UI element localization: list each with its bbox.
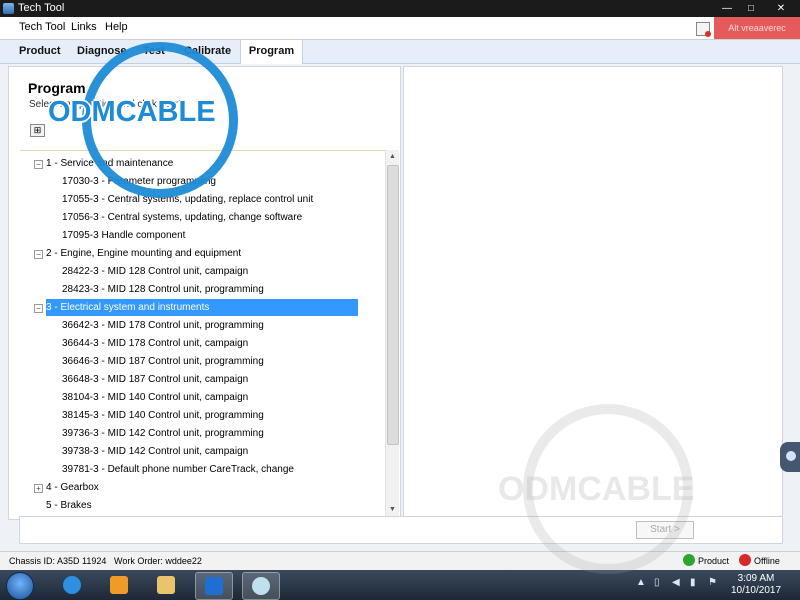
watermark-logo: ODMCABLE [48, 96, 216, 128]
tree-item[interactable]: 17055-3 - Central systems, updating, rep… [62, 191, 313, 208]
tree-item[interactable]: 38145-3 - MID 140 Control unit, programm… [62, 407, 264, 424]
tree-item[interactable]: 36644-3 - MID 178 Control unit, campaign [62, 335, 248, 352]
window-title: Tech Tool [18, 2, 65, 14]
expand-all-button[interactable]: ⊞ [30, 124, 45, 137]
menu-tech-tool[interactable]: Tech Tool [19, 21, 65, 33]
tree-group-2[interactable]: 2 - Engine, Engine mounting and equipmen… [46, 245, 241, 262]
operations-tree: − 1 - Service and maintenance 17030-3 - … [20, 150, 385, 517]
windows-start-button[interactable] [6, 572, 34, 600]
app-icon [3, 3, 14, 14]
notification-icon[interactable] [696, 22, 711, 37]
expand-toggle-icon[interactable]: + [34, 484, 43, 493]
clock-time: 3:09 AM [737, 573, 775, 584]
collapse-toggle-icon[interactable]: − [34, 250, 43, 259]
product-ok-icon [683, 554, 695, 566]
tree-item[interactable]: 36642-3 - MID 178 Control unit, programm… [62, 317, 264, 334]
work-order: Work Order: wddee22 [114, 556, 202, 566]
tree-item[interactable]: 38104-3 - MID 140 Control unit, campaign [62, 389, 248, 406]
tree-group-3[interactable]: 3 - Electrical system and instruments [46, 299, 358, 316]
tab-product[interactable]: Product [19, 40, 61, 63]
offline-icon [739, 554, 751, 566]
tree-item[interactable]: 28423-3 - MID 128 Control unit, programm… [62, 281, 264, 298]
taskbar-tech-tool[interactable] [242, 572, 280, 600]
tree-item[interactable]: 39738-3 - MID 142 Control unit, campaign [62, 443, 248, 460]
scroll-up-arrow-icon[interactable]: ▲ [386, 150, 399, 163]
close-button[interactable]: ✕ [764, 0, 798, 17]
menu-bar: Tech Tool Links Help [0, 17, 800, 40]
media-player-icon [110, 576, 128, 594]
alert-badge[interactable]: Alt vreaaverec [714, 17, 800, 39]
tree-group-4[interactable]: 4 - Gearbox [46, 479, 99, 496]
taskbar-file-explorer[interactable] [148, 572, 184, 598]
scroll-thumb[interactable] [387, 165, 399, 445]
tree-item[interactable]: 17056-3 - Central systems, updating, cha… [62, 209, 302, 226]
collapse-toggle-icon[interactable]: − [34, 160, 43, 169]
scroll-down-arrow-icon[interactable]: ▼ [386, 503, 399, 516]
system-clock[interactable]: 3:09 AM 10/10/2017 [730, 573, 782, 597]
tree-group-5[interactable]: 5 - Brakes [46, 497, 92, 514]
watermark-logo-faint: ODMCABLE [498, 470, 695, 508]
maximize-button[interactable]: □ [740, 0, 762, 17]
internet-explorer-icon [63, 576, 81, 594]
tree-item[interactable]: 36646-3 - MID 187 Control unit, programm… [62, 353, 264, 370]
tree-item[interactable]: 28422-3 - MID 128 Control unit, campaign [62, 263, 248, 280]
side-tool-handle[interactable] [780, 442, 800, 472]
tab-program[interactable]: Program [240, 40, 303, 64]
clock-date: 10/10/2017 [730, 585, 782, 596]
product-status-label: Product [698, 556, 730, 566]
network-icon[interactable]: ▮ [690, 577, 696, 588]
action-center-icon[interactable]: ⚑ [708, 577, 717, 588]
teamviewer-icon [205, 577, 223, 595]
minimize-button[interactable]: — [716, 0, 738, 17]
show-hidden-icons-icon[interactable]: ▲ [636, 577, 646, 588]
side-tool-icon [786, 451, 796, 461]
page-title: Program [28, 80, 86, 96]
chassis-id: Chassis ID: A35D 11924 [9, 556, 107, 566]
taskbar-teamviewer[interactable] [195, 572, 233, 600]
taskbar-internet-explorer[interactable] [54, 572, 90, 598]
tree-item[interactable]: 39781-3 - Default phone number CareTrack… [62, 461, 294, 478]
tree-scrollbar[interactable]: ▲ ▼ [385, 150, 399, 516]
status-bar: Chassis ID: A35D 11924 Work Order: wddee… [0, 551, 800, 571]
tree-item[interactable]: 17095-3 Handle component [62, 227, 185, 244]
offline-status-label: Offline [754, 556, 780, 566]
tree-item[interactable]: 39736-3 - MID 142 Control unit, programm… [62, 425, 264, 442]
folder-icon [157, 576, 175, 594]
battery-icon[interactable]: ▯ [654, 577, 660, 588]
volume-icon[interactable]: ◀ [672, 577, 680, 588]
window-title-bar: Tech Tool — □ ✕ [0, 0, 800, 17]
menu-links[interactable]: Links [71, 21, 97, 33]
tech-tool-icon [252, 577, 270, 595]
taskbar-media-player[interactable] [101, 572, 137, 598]
collapse-toggle-icon[interactable]: − [34, 304, 43, 313]
tree-item[interactable]: 36648-3 - MID 187 Control unit, campaign [62, 371, 248, 388]
menu-help[interactable]: Help [105, 21, 128, 33]
